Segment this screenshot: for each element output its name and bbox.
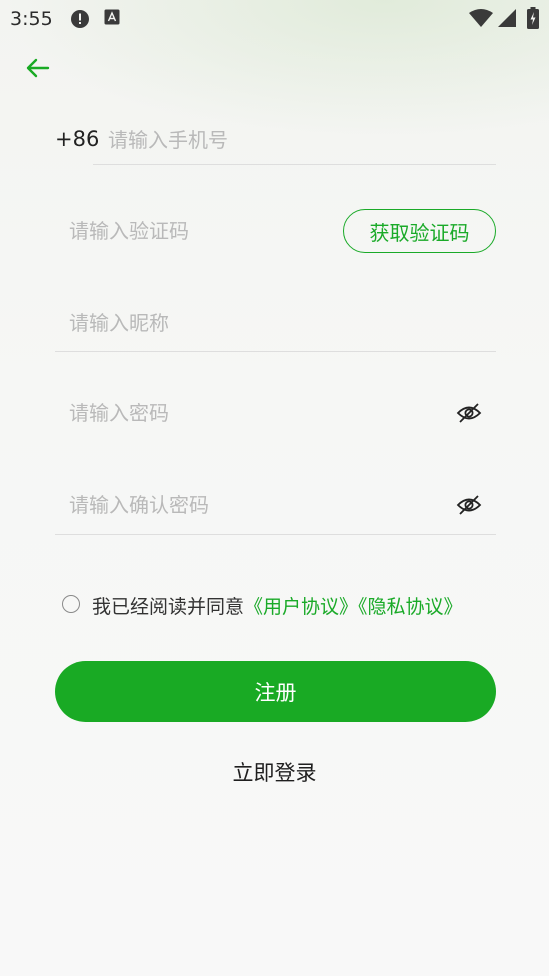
nickname-field <box>55 298 496 352</box>
get-code-button[interactable]: 获取验证码 <box>343 209 496 253</box>
privacy-agreement-link[interactable]: 《隐私协议》 <box>358 596 463 618</box>
phone-field: +86 <box>55 116 496 165</box>
a-icon <box>104 9 120 25</box>
password-input[interactable] <box>69 389 429 437</box>
code-input[interactable] <box>69 207 329 255</box>
arrow-left-icon <box>26 58 50 78</box>
status-bar: 3:55 <box>0 0 549 36</box>
password-field <box>55 389 496 437</box>
phone-divider <box>93 164 496 165</box>
agree-checkbox[interactable] <box>62 595 80 613</box>
country-code[interactable]: +86 <box>55 127 99 151</box>
nickname-input[interactable] <box>69 299 489 347</box>
phone-input[interactable] <box>108 116 488 164</box>
wifi-icon <box>469 9 493 27</box>
eye-off-icon[interactable] <box>456 401 482 425</box>
confirm-password-field <box>55 481 496 535</box>
agreement-label: 我已经阅读并同意 <box>92 596 245 618</box>
battery-icon <box>527 7 539 29</box>
user-agreement-link[interactable]: 《用户协议》 <box>244 596 358 618</box>
agreement-text: 我已经阅读并同意《用户协议》《隐私协议》 <box>92 592 463 619</box>
code-field: 获取验证码 <box>55 207 496 255</box>
status-time: 3:55 <box>10 8 53 30</box>
register-button[interactable]: 注册 <box>55 661 496 722</box>
eye-off-icon[interactable] <box>456 493 482 517</box>
signal-icon <box>498 9 516 27</box>
confirm-password-input[interactable] <box>69 481 429 529</box>
back-button[interactable] <box>22 53 54 85</box>
login-link[interactable]: 立即登录 <box>0 757 549 787</box>
alert-icon <box>71 10 89 28</box>
